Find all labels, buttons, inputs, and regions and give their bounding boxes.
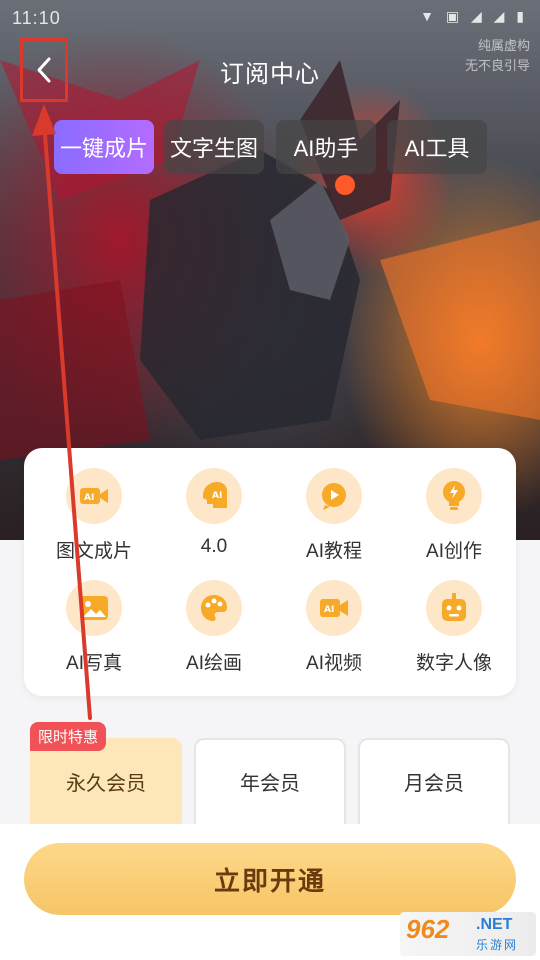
watermark-line-1: 纯属虚构: [477, 38, 530, 53]
plan-monthly[interactable]: 月会员: [358, 738, 510, 838]
page-title: 订阅中心: [220, 61, 320, 88]
tab-one-click-video[interactable]: 一键成片: [54, 120, 154, 174]
svg-text:AI: AI: [324, 605, 334, 615]
status-time: 11:10: [12, 8, 61, 28]
site-logo: 962 .NET 乐游网: [400, 912, 536, 956]
feature-label: AI写真: [66, 653, 122, 674]
feature-label: AI绘画: [186, 653, 242, 674]
status-bar: 11:10 ▼ ▣ ◢ ◢ ▮: [0, 0, 540, 34]
tab-text-to-image[interactable]: 文字生图: [164, 120, 264, 174]
feature-digital-human[interactable]: 数字人像: [394, 560, 514, 680]
site-logo-number: 962: [406, 914, 450, 944]
video-camera-icon: AI: [66, 468, 122, 524]
ai-head-icon: AI: [186, 468, 242, 524]
feature-label: 数字人像: [415, 653, 492, 674]
feature-image-text-video[interactable]: AI 图文成片: [34, 448, 154, 568]
tab-ai-assistant[interactable]: AI助手: [276, 120, 376, 174]
feature-label: AI视频: [306, 653, 362, 674]
feature-label: AI教程: [306, 541, 362, 562]
ai-video-icon: AI: [306, 580, 362, 636]
site-logo-name: 乐游网: [476, 938, 519, 952]
feature-4-0[interactable]: AI 4.0: [154, 448, 274, 568]
plan-yearly[interactable]: 年会员: [194, 738, 346, 838]
feature-label: AI创作: [426, 541, 482, 562]
feature-label: 图文成片: [55, 541, 132, 562]
feature-ai-painting[interactable]: AI绘画: [154, 560, 274, 680]
feature-ai-portrait[interactable]: AI写真: [34, 560, 154, 680]
robot-icon: [426, 580, 482, 636]
tab-ai-tools[interactable]: AI工具: [387, 120, 487, 174]
activate-now-button[interactable]: 立即开通: [24, 843, 516, 915]
status-icons: ▼ ▣ ◢ ◢ ▮: [420, 8, 528, 24]
feature-label: 4.0: [200, 536, 228, 557]
play-bubble-icon: [306, 468, 362, 524]
feature-ai-tutorial[interactable]: AI教程: [274, 448, 394, 568]
lightbulb-icon: [426, 468, 482, 524]
plan-lifetime[interactable]: 永久会员: [30, 738, 182, 838]
palette-icon: [186, 580, 242, 636]
svg-text:AI: AI: [212, 491, 222, 501]
feature-card: AI 图文成片 AI 4.0 AI教程 AI创作 AI写真 AI绘画 AI AI…: [24, 448, 516, 696]
feature-ai-creation[interactable]: AI创作: [394, 448, 514, 568]
image-icon: [66, 580, 122, 636]
feature-ai-video[interactable]: AI AI视频: [274, 560, 394, 680]
site-logo-suffix: .NET: [476, 916, 513, 933]
svg-text:AI: AI: [84, 493, 94, 503]
limited-offer-badge: 限时特惠: [30, 722, 107, 751]
